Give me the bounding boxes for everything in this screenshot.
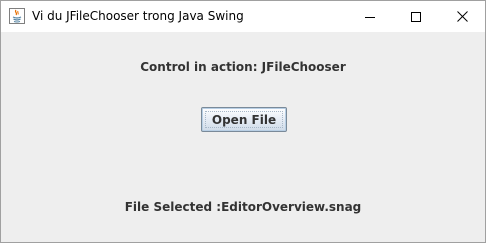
open-file-button-label: Open File [211, 112, 277, 127]
minimize-icon [365, 16, 375, 18]
app-window: Vi du JFileChooser trong Java Swing Cont… [0, 0, 486, 243]
header-label: Control in action: JFileChooser [140, 60, 346, 74]
maximize-button[interactable] [393, 1, 439, 32]
close-button[interactable] [439, 1, 485, 32]
maximize-icon [411, 11, 421, 22]
title-bar[interactable]: Vi du JFileChooser trong Java Swing [1, 1, 485, 32]
content-panel: Control in action: JFileChooser Open Fil… [1, 32, 485, 242]
minimize-button[interactable] [347, 1, 393, 32]
window-title: Vi du JFileChooser trong Java Swing [32, 9, 244, 23]
java-cup-icon[interactable] [9, 8, 25, 24]
file-selected-label: File Selected :EditorOverview.snag [124, 200, 362, 214]
open-file-button[interactable]: Open File [201, 107, 287, 132]
close-icon [456, 11, 468, 22]
